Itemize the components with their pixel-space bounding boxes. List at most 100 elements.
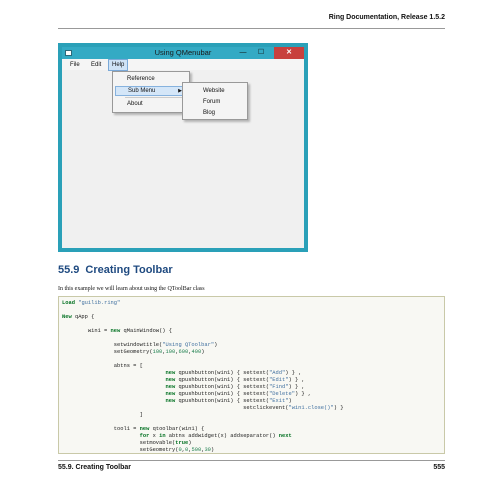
code-line: ] [62, 412, 143, 419]
code-token: qpushbutton(win1) { settext( [175, 384, 270, 390]
code-token: true [175, 440, 189, 446]
code-token: for [139, 433, 150, 439]
code-token: ) } , [288, 377, 305, 383]
code-line: new qpushbutton(win1) { settext("Edit") … [62, 377, 305, 384]
code-token: qpushbutton(win1) { settext( [175, 398, 270, 404]
code-line: for x in abtns addwidget(x) addseparator… [62, 433, 292, 440]
code-line: setGeometry(100,100,600,400) [62, 349, 205, 356]
code-token: ) } , [294, 391, 312, 397]
code-token: "Add" [269, 370, 286, 376]
code-token: "Exit" [269, 398, 289, 404]
code-line: new qpushbutton(win1) { settext("Find") … [62, 384, 305, 391]
code-line: setwindowtitle("Using QToolbar") [62, 342, 218, 349]
code-token: ) [214, 342, 218, 348]
code-token: ) [288, 398, 292, 404]
header-rule [58, 28, 445, 29]
code-token: 600 [178, 349, 189, 355]
code-token: win1 = [62, 328, 111, 334]
code-token: 100 [152, 349, 163, 355]
code-line: setclickevent("win1.close()") } [62, 405, 343, 412]
app-window-screenshot: Using QMenubar — ☐ ✕ File Edit Help Refe… [58, 43, 308, 252]
code-line: New qApp { [62, 314, 94, 321]
menu-help[interactable]: Help [108, 59, 129, 71]
maximize-button[interactable]: ☐ [252, 47, 270, 59]
code-line: abtns = [ [62, 363, 143, 370]
section-title: Creating Toolbar [85, 264, 173, 276]
code-token: new [165, 391, 176, 397]
code-token: new [139, 426, 150, 432]
code-line: win1 = new qMainWindow() { [62, 328, 172, 335]
code-token: 500 [191, 447, 202, 453]
menubar: File Edit Help [62, 59, 304, 71]
code-token: new [165, 377, 176, 383]
code-token: setwindowtitle( [62, 342, 163, 348]
code-token: 100 [165, 349, 176, 355]
code-token: ) } [333, 405, 344, 411]
intro-paragraph: In this example we will learn about usin… [58, 286, 205, 292]
code-token: "Edit" [269, 377, 289, 383]
code-token: setGeometry( [62, 447, 179, 453]
menu-item-about[interactable]: About [127, 100, 143, 108]
titlebar: Using QMenubar — ☐ ✕ [62, 47, 304, 59]
code-token: tool1 = [62, 426, 140, 432]
code-token: qpushbutton(win1) { settext( [175, 377, 270, 383]
code-token: "Delete" [269, 391, 295, 397]
menu-item-website[interactable]: Website [203, 87, 225, 95]
code-token: "Using QToolbar" [162, 342, 215, 348]
code-token: qMainWindow() { [120, 328, 173, 334]
code-token: 400 [191, 349, 202, 355]
code-line: Load "guilib.ring" [62, 300, 120, 307]
code-token: new [165, 370, 176, 376]
menu-file[interactable]: File [67, 60, 83, 70]
code-token: "Find" [269, 384, 289, 390]
code-line: new qpushbutton(win1) { settext("Delete"… [62, 391, 312, 398]
section-number: 55.9 [58, 264, 80, 276]
menu-item-forum[interactable]: Forum [203, 98, 220, 106]
code-token: new [165, 398, 176, 404]
code-token: setGeometry( [62, 349, 153, 355]
code-token: qpushbutton(win1) { settext( [175, 370, 270, 376]
code-block: Load "guilib.ring" New qApp { win1 = new … [58, 296, 445, 454]
code-token: abtns = [ [62, 363, 143, 369]
code-token: setmovable( [62, 440, 176, 446]
code-token: ) } , [285, 370, 302, 376]
code-token: new [110, 328, 121, 334]
close-button[interactable]: ✕ [274, 47, 304, 59]
code-line: setGeometry(0,0,500,30) [62, 447, 215, 453]
menu-separator [125, 97, 185, 98]
code-token: ] [62, 412, 143, 418]
code-token: New [62, 314, 72, 320]
footer-rule [58, 460, 445, 461]
code-token: qApp { [71, 314, 95, 320]
page-number: 555 [433, 464, 445, 471]
code-token: ) [201, 349, 205, 355]
code-token: next [278, 433, 292, 439]
code-token: new [165, 384, 176, 390]
code-line: new qpushbutton(win1) { settext("Add") }… [62, 370, 302, 377]
menu-item-blog[interactable]: Blog [203, 109, 215, 117]
code-token: qpushbutton(win1) { settext( [175, 391, 270, 397]
code-token: Load [62, 300, 75, 306]
code-line: tool1 = new qtoolbar(win1) { [62, 426, 205, 433]
submenu-dropdown: Website Forum Blog [182, 82, 248, 120]
minimize-button[interactable]: — [234, 47, 252, 59]
code-token: setclickevent( [62, 405, 289, 411]
footer-section: 55.9. Creating Toolbar [58, 464, 131, 471]
menu-edit[interactable]: Edit [88, 60, 104, 70]
code-token: qtoolbar(win1) { [149, 426, 205, 432]
menu-item-submenu[interactable]: Sub Menu ▶ [115, 86, 187, 96]
code-token: ) } , [288, 384, 305, 390]
help-dropdown: Reference Sub Menu ▶ About [112, 71, 190, 113]
code-token: ) [210, 447, 215, 453]
section-heading: 55.9 Creating Toolbar [58, 264, 173, 276]
submenu-label: Sub Menu [128, 88, 156, 94]
menu-item-reference[interactable]: Reference [127, 75, 155, 83]
code-token: abtns addwidget(x) addseparator() [165, 433, 279, 439]
code-token: "win1.close()" [288, 405, 334, 411]
